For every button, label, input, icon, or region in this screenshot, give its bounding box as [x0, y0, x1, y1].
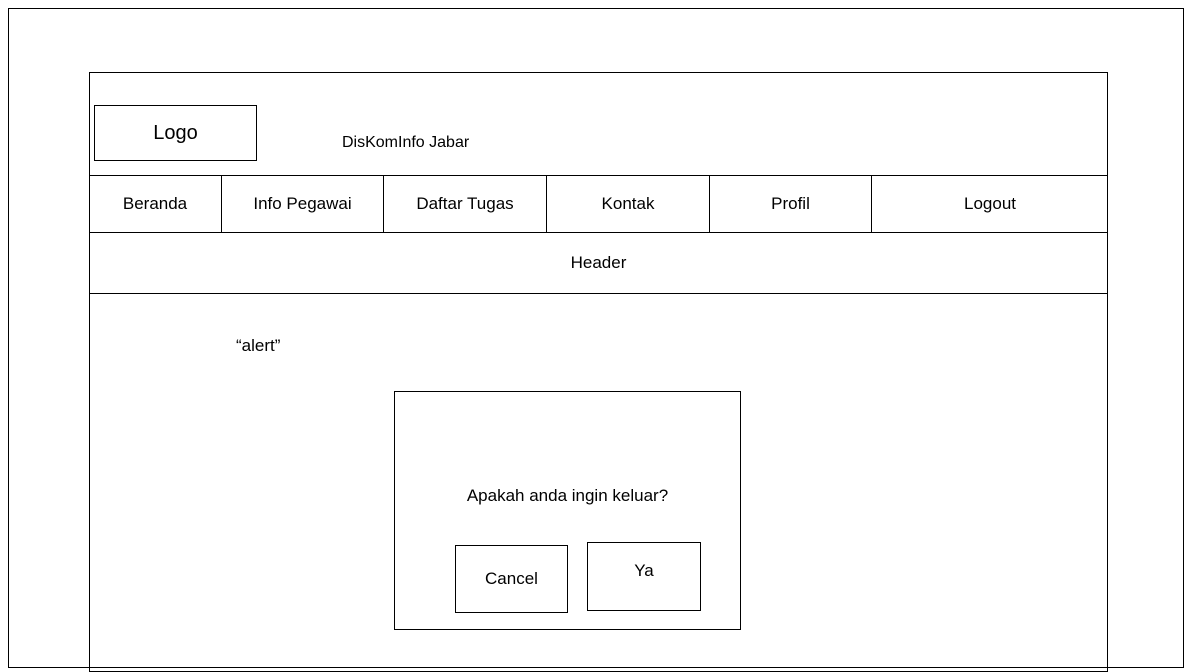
main-nav: Beranda Info Pegawai Daftar Tugas Kontak… — [89, 175, 1108, 233]
nav-item-daftar-tugas[interactable]: Daftar Tugas — [384, 176, 547, 232]
cancel-button[interactable]: Cancel — [455, 545, 568, 613]
confirm-button[interactable]: Ya — [587, 542, 701, 611]
nav-item-logout[interactable]: Logout — [872, 176, 1108, 232]
alert-label: “alert” — [236, 336, 281, 355]
header-bar: Header — [89, 232, 1108, 294]
nav-item-kontak[interactable]: Kontak — [547, 176, 710, 232]
site-title: DisKomInfo Jabar — [342, 134, 470, 151]
nav-item-beranda[interactable]: Beranda — [89, 176, 222, 232]
nav-item-info-pegawai[interactable]: Info Pegawai — [222, 176, 384, 232]
dialog-message: Apakah anda ingin keluar? — [466, 486, 669, 505]
logo[interactable]: Logo — [94, 105, 257, 161]
nav-item-profil[interactable]: Profil — [710, 176, 872, 232]
